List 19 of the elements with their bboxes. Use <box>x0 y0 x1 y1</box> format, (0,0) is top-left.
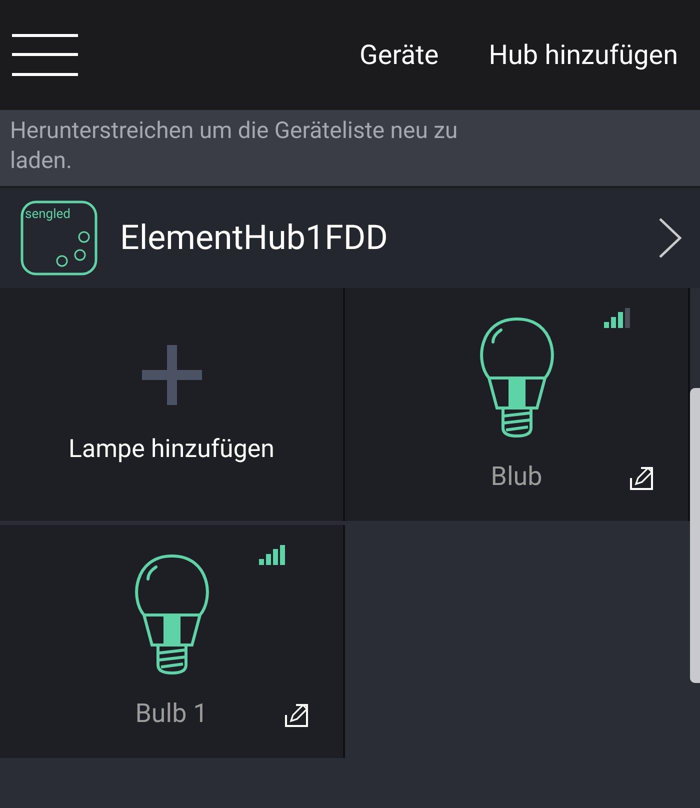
tile-label: Lampe hinzufügen <box>68 435 274 464</box>
lamp-name: Bulb 1 <box>135 699 208 729</box>
edit-icon[interactable] <box>628 465 654 491</box>
scrollbar[interactable] <box>690 388 700 683</box>
hub-row[interactable]: sengled ElementHub1FDD <box>0 188 700 288</box>
lamp-name: Blub <box>490 462 542 492</box>
nav-link[interactable]: Hub hinzufügen <box>488 39 678 71</box>
chevron-right-icon <box>658 217 682 259</box>
edit-icon[interactable] <box>283 702 309 728</box>
plus-icon <box>142 345 202 405</box>
lamp-tile[interactable]: Blub <box>345 288 690 521</box>
hub-logo-text: sengled <box>25 207 70 222</box>
pull-to-refresh-hint: Herunterstreichen um die Geräteliste neu zu laden. <box>10 116 459 176</box>
menu-icon[interactable] <box>12 34 78 76</box>
hub-name: ElementHub1FDD <box>120 218 388 258</box>
hub-device-icon <box>20 199 98 277</box>
add-lamp-tile[interactable]: Lampe hinzufügen <box>0 288 345 521</box>
nav-link[interactable]: Geräte <box>360 39 439 71</box>
lamp-tile[interactable]: Bulb 1 <box>0 525 345 758</box>
